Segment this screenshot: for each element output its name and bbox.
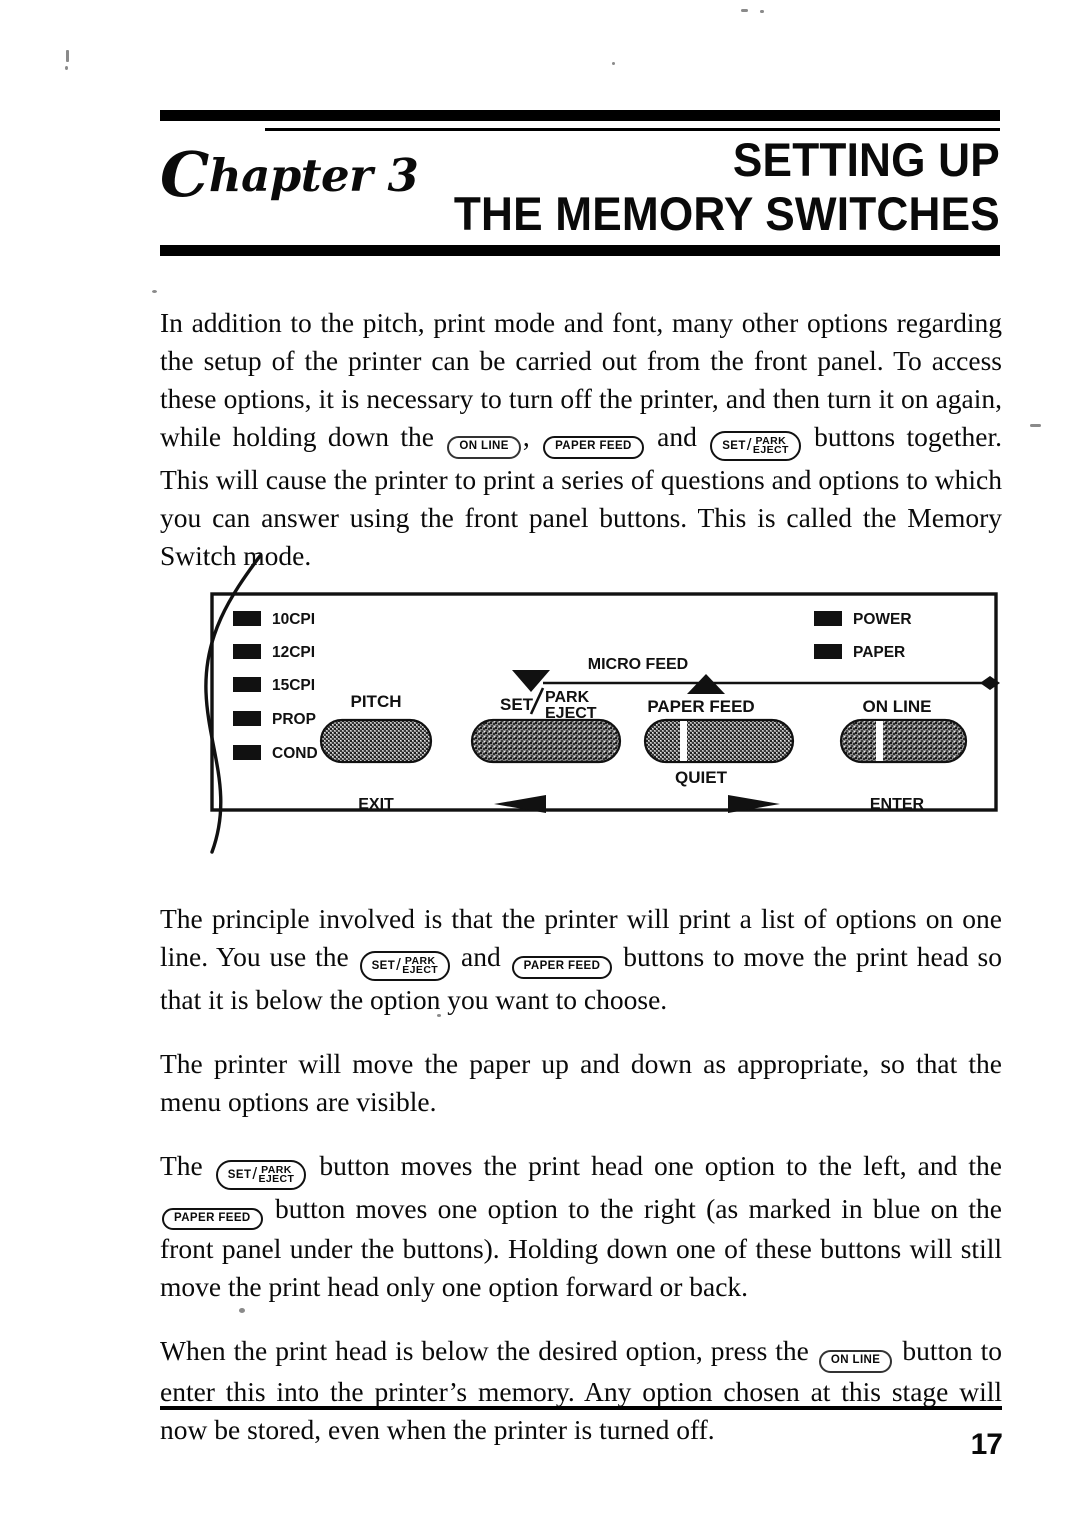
slash-glyph: /: [396, 955, 402, 974]
inline-button-label: ON LINE: [830, 1354, 881, 1367]
led-label-cond: COND: [272, 745, 318, 762]
scan-speck: [152, 290, 157, 293]
chapter-label: Chapter 3: [160, 144, 419, 206]
quiet-label: QUIET: [675, 768, 728, 787]
inline-button-label: PAPER FEED: [174, 1211, 251, 1224]
scan-speck: [66, 50, 69, 62]
blue-label-exit: EXIT: [358, 796, 394, 813]
paragraph-text: When the print head is below the desired…: [160, 1335, 817, 1367]
inline-button-on-line: ON LINE: [818, 1350, 893, 1373]
panel-button-on-line-divider: [876, 721, 883, 761]
inline-button-label-eject: EJECT: [402, 963, 439, 976]
intro-paragraph-block: In addition to the pitch, print mode and…: [160, 304, 1002, 575]
button-label-on-line: ON LINE: [863, 697, 932, 716]
paragraph-text: button moves the print head one option t…: [308, 1149, 1002, 1181]
header-rule-thin: [265, 128, 1000, 131]
led-paper-lamp: [814, 644, 842, 659]
button-label-paper-feed: PAPER FEED: [647, 697, 754, 716]
inline-button-set-park-eject: SET/PARK EJECT: [359, 951, 451, 981]
chapter-label-text: hapter 3: [208, 149, 419, 202]
inline-button-paper-feed: PAPER FEED: [162, 1207, 263, 1231]
panel-button-on-line: [839, 718, 968, 764]
inline-button-label-set: SET: [722, 440, 746, 452]
printer-front-panel-diagram: 10CPI 12CPI 15CPI PROP COND POWER PAPER: [190, 552, 1000, 872]
paragraph-intro: In addition to the pitch, print mode and…: [160, 304, 1002, 575]
indicator-led-group-left: [233, 611, 261, 760]
paragraph-button-directions: The SET/PARK EJECT button moves the print…: [160, 1147, 1002, 1306]
page-number: 17: [970, 1428, 1003, 1461]
led-label-15cpi: 15CPI: [272, 677, 315, 694]
inline-button-label-set: SET: [227, 1168, 252, 1181]
scan-speck: [65, 66, 68, 70]
inline-button-set-park-eject: SET/PARK EJECT: [215, 1159, 307, 1190]
chapter-header: Chapter 3 SETTING UP THE MEMORY SWITCHES: [160, 110, 1000, 256]
panel-button-pitch: [319, 718, 433, 764]
led-label-12cpi: 12CPI: [272, 644, 315, 661]
page-title: SETTING UP THE MEMORY SWITCHES: [454, 133, 1000, 241]
paragraph-principle: The principle involved is that the print…: [160, 900, 1002, 1019]
led-label-power: POWER: [853, 611, 912, 628]
header-rule-bottom: [160, 245, 1000, 256]
led-15cpi-lamp: [233, 677, 261, 692]
inline-button-label: PAPER FEED: [523, 960, 601, 972]
inline-button-label-eject: EJECT: [258, 1172, 295, 1185]
led-power-lamp: [814, 611, 842, 626]
inline-button-label: ON LINE: [459, 440, 509, 452]
inline-button-paper-feed: PAPER FEED: [543, 436, 644, 459]
page-title-line2: THE MEMORY SWITCHES: [453, 187, 1000, 240]
slash-glyph: /: [746, 435, 752, 454]
inline-button-label-park-eject: PARK EJECT: [402, 956, 439, 976]
header-rule-top: [160, 110, 1000, 121]
printer-contour-curve: [204, 554, 262, 854]
chapter-label-initial: C: [160, 138, 209, 211]
led-10cpi-lamp: [233, 611, 261, 626]
inline-button-label-park-eject: PARK EJECT: [752, 436, 789, 456]
slash-glyph: /: [252, 1163, 258, 1183]
scan-speck: [760, 10, 764, 13]
button-label-set-park-eject: SET PARK EJECT: [500, 687, 597, 722]
panel-button-paper-feed: [643, 718, 795, 764]
paragraph-text: button moves one option to the right (as…: [160, 1192, 1002, 1303]
led-cond-lamp: [233, 745, 261, 760]
paragraph-text: The printer will move the paper up and d…: [160, 1047, 1002, 1117]
panel-button-group: [319, 718, 968, 764]
led-prop-lamp: [233, 711, 261, 726]
inline-button-label-set: SET: [371, 960, 396, 972]
paragraph-text: and: [645, 421, 709, 452]
inline-button-on-line: ON LINE: [447, 436, 521, 459]
page-footer: 17: [160, 1406, 1003, 1462]
panel-button-paper-feed-divider: [680, 721, 687, 761]
page-title-line1: SETTING UP: [733, 133, 1000, 186]
paragraph-text: The: [160, 1149, 214, 1181]
paragraph-text: and: [452, 941, 510, 972]
micro-feed-label: MICRO FEED: [588, 656, 688, 673]
panel-button-set-park-eject: [470, 718, 622, 764]
inline-button-label-eject: EJECT: [752, 443, 789, 456]
button-label-park: PARK: [545, 689, 590, 706]
inline-button-set-park-eject: SET/PARK EJECT: [710, 431, 801, 461]
paragraph-text: ,: [522, 421, 542, 452]
indicator-led-group-right: [814, 611, 842, 659]
document-page: Chapter 3 SETTING UP THE MEMORY SWITCHES…: [0, 0, 1080, 1522]
body-paragraph-block: The principle involved is that the print…: [160, 900, 1002, 1449]
footer-rule: [160, 1406, 1002, 1410]
scan-speck: [1030, 424, 1041, 427]
led-label-10cpi: 10CPI: [272, 611, 315, 628]
inline-button-label-park-eject: PARK EJECT: [258, 1165, 295, 1185]
scan-speck: [741, 9, 748, 12]
blue-label-enter: ENTER: [870, 796, 925, 813]
button-label-set: SET: [500, 695, 534, 714]
led-12cpi-lamp: [233, 644, 261, 659]
scan-speck: [612, 62, 615, 65]
inline-button-label: PAPER FEED: [555, 440, 632, 452]
button-label-pitch: PITCH: [351, 692, 402, 711]
led-label-prop: PROP: [272, 711, 316, 728]
paragraph-paper-movement: The printer will move the paper up and d…: [160, 1045, 1002, 1121]
led-label-paper: PAPER: [853, 644, 905, 661]
inline-button-paper-feed: PAPER FEED: [511, 956, 613, 979]
